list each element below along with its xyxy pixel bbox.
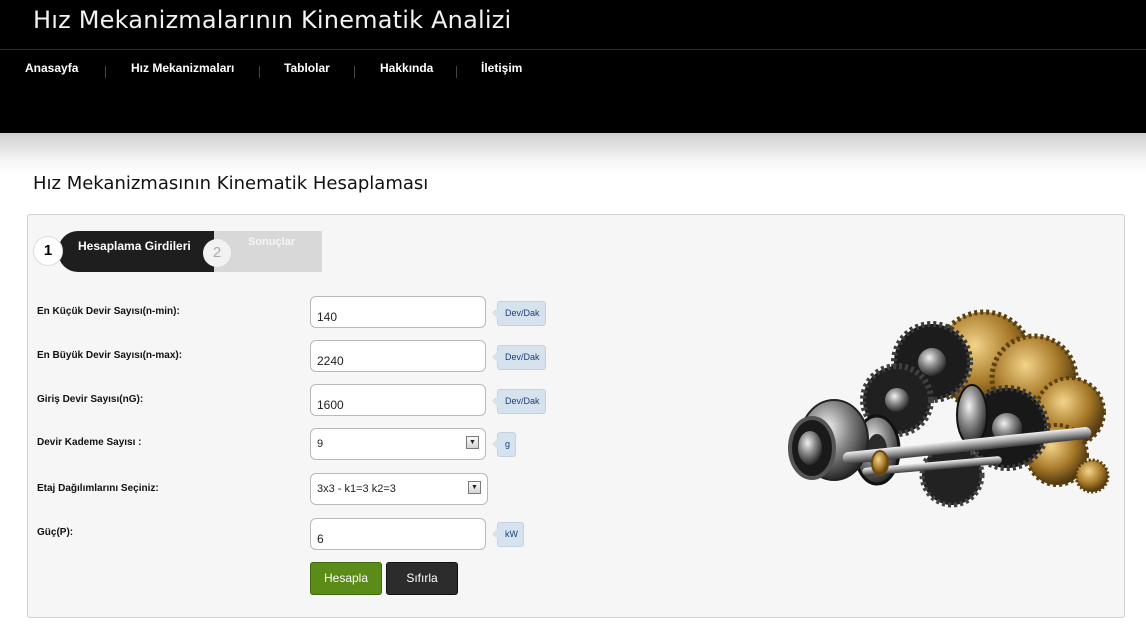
power-unit-badge: kW <box>492 522 524 547</box>
nav-separator <box>354 66 355 78</box>
stages-label: Devir Kademe Sayısı : <box>37 437 142 448</box>
site-title: Hız Mekanizmalarının Kinematik Analizi <box>33 6 512 34</box>
nav-separator <box>259 66 260 78</box>
stages-unit-badge: g <box>491 432 517 457</box>
site-header: Hız Mekanizmalarının Kinematik Analizi A… <box>0 0 1146 133</box>
stages-select[interactable]: 9 ▼ <box>310 428 486 460</box>
nav-item-tables[interactable]: Tablolar <box>284 61 330 75</box>
n-max-input[interactable] <box>310 340 486 372</box>
tab-calculation-inputs-label: Hesaplama Girdileri <box>78 239 191 253</box>
n-g-input[interactable] <box>310 384 486 416</box>
power-input[interactable] <box>310 518 486 550</box>
dropdown-arrow-icon[interactable]: ▼ <box>466 436 479 449</box>
n-g-unit-badge: Dev/Dak <box>492 389 546 414</box>
power-label: Güç(P): <box>37 527 74 538</box>
n-max-label: En Büyük Devir Sayısı(n-max): <box>37 350 183 361</box>
distribution-select[interactable]: 3x3 - k1=3 k2=3 ▼ <box>310 473 488 505</box>
n-min-unit-badge: Dev/Dak <box>492 301 546 326</box>
nav-item-contact[interactable]: İletişim <box>481 61 522 75</box>
gearbox-image <box>788 309 1110 508</box>
distribution-select-value: 3x3 - k1=3 k2=3 <box>317 483 396 495</box>
step-2-number: 2 <box>203 239 231 267</box>
stages-select-value: 9 <box>317 438 324 450</box>
nav-item-home[interactable]: Anasayfa <box>25 61 78 75</box>
n-g-label: Giriş Devir Sayısı(nG): <box>37 394 144 405</box>
nav-item-about[interactable]: Hakkında <box>380 61 433 75</box>
nav-separator <box>105 66 106 78</box>
distribution-label: Etaj Dağılımlarını Seçiniz: <box>37 483 159 494</box>
n-min-input[interactable] <box>310 296 486 328</box>
reset-button[interactable]: Sıfırla <box>386 562 458 595</box>
dropdown-arrow-icon[interactable]: ▼ <box>468 481 481 494</box>
step-1-number: 1 <box>33 236 63 266</box>
calculate-button[interactable]: Hesapla <box>310 562 382 595</box>
n-max-unit-badge: Dev/Dak <box>492 345 546 370</box>
nav-item-speed-mechanisms[interactable]: Hız Mekanizmaları <box>131 61 234 75</box>
page-title: Hız Mekanizmasının Kinematik Hesaplaması <box>33 173 429 194</box>
tab-results-label: Sonuçlar <box>248 236 296 248</box>
n-min-label: En Küçük Devir Sayısı(n-min): <box>37 306 180 317</box>
nav-separator <box>456 66 457 78</box>
main-nav: Anasayfa Hız Mekanizmaları Tablolar Hakk… <box>0 50 1146 90</box>
header-shadow <box>0 133 1146 173</box>
